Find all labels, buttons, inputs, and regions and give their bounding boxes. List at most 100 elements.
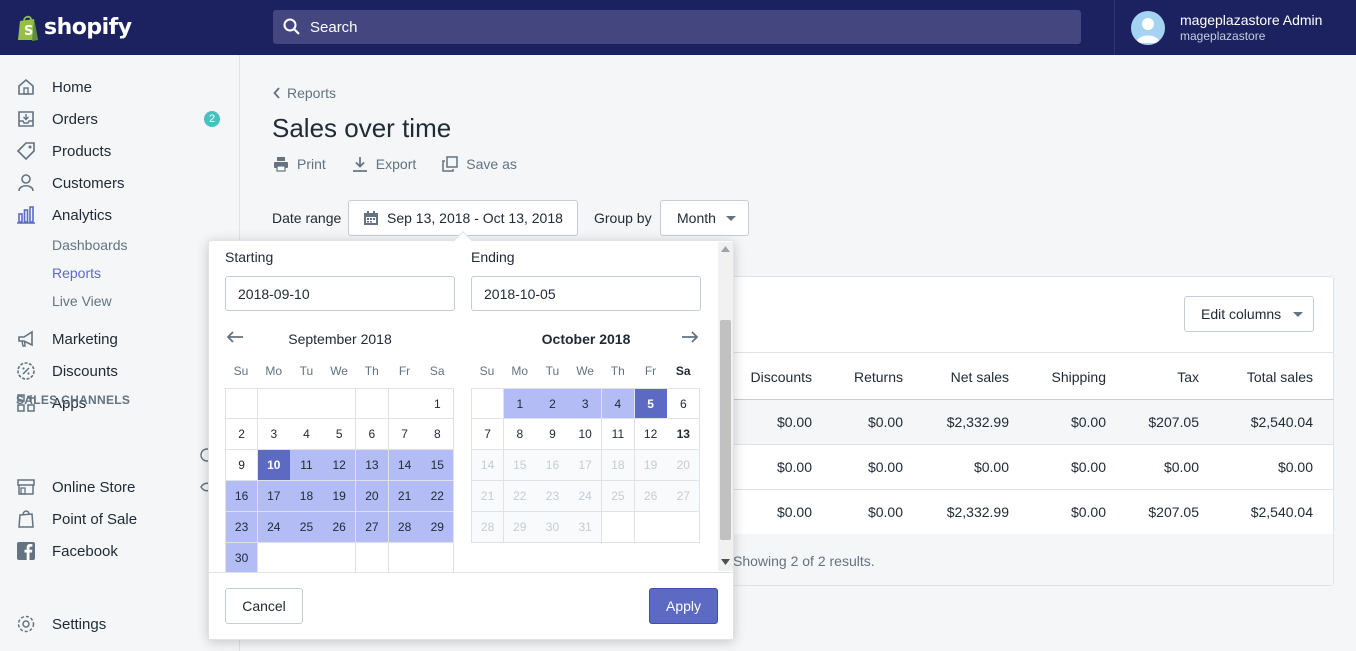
calendar-day[interactable]: 1 [503,388,537,419]
edit-columns-button[interactable]: Edit columns [1184,296,1314,332]
calendar-day[interactable]: 3 [257,419,291,450]
calendar-day[interactable]: 4 [290,419,324,450]
sidebar-item-label: Online Store [52,478,136,496]
sidebar-item-orders[interactable]: Orders 2 [16,107,226,131]
column-header-discounts[interactable]: Discounts [751,369,812,385]
cancel-button[interactable]: Cancel [225,588,303,624]
breadcrumb[interactable]: Reports [273,85,336,101]
calendar-day[interactable]: 9 [536,419,570,450]
calendar-day[interactable]: 1 [421,388,455,419]
table-cell: $2,332.99 [946,414,1009,430]
calendar-day[interactable]: 15 [421,450,455,481]
sidebar-item-home[interactable]: Home [16,75,226,99]
calendar-day[interactable]: 27 [355,512,389,543]
scroll-up-arrow-icon[interactable] [721,246,730,252]
previous-month-arrow-icon[interactable] [226,331,244,343]
calendar-day[interactable]: 8 [503,419,537,450]
apply-button[interactable]: Apply [649,588,718,624]
search-input[interactable]: Search [273,10,1081,44]
user-name: mageplazastore Admin [1180,11,1323,28]
weekday-header: Su [479,364,495,378]
sidebar-item-online-store[interactable]: Online Store [16,475,226,499]
calendar-day[interactable]: 23 [225,512,259,543]
calendar-day[interactable]: 13 [355,450,389,481]
column-header-net-sales[interactable]: Net sales [951,369,1009,385]
calendar-day[interactable]: 7 [471,419,505,450]
calendar-day[interactable]: 3 [569,388,603,419]
calendar-day[interactable]: 11 [601,419,635,450]
page-actions: Print Export Save as [273,156,543,172]
calendar-day[interactable]: 6 [667,388,701,419]
megaphone-icon [18,330,33,347]
calendar-day[interactable]: 8 [421,419,455,450]
weekday-header: We [576,364,594,378]
export-label: Export [375,156,417,172]
group-by-select[interactable]: Month [660,200,749,236]
sidebar-sub-dashboards[interactable]: Dashboards [52,237,128,253]
calendar-day[interactable]: 22 [421,481,455,512]
calendar-day[interactable]: 5 [634,388,668,419]
calendar-day[interactable]: 6 [355,419,389,450]
table-cell: $0.00 [867,504,903,520]
sidebar-item-discounts[interactable]: Discounts [16,359,226,383]
calendar-day[interactable]: 26 [323,512,357,543]
sidebar-item-products[interactable]: Products [16,139,226,163]
sidebar-item-settings[interactable]: Settings [16,612,226,636]
calendar-day[interactable]: 10 [569,419,603,450]
table-cell: $0.00 [1277,459,1313,475]
sidebar-item-point-of-sale[interactable]: Point of Sale [16,507,226,531]
column-header-total-sales[interactable]: Total sales [1247,369,1313,385]
calendar-day[interactable]: 10 [257,450,291,481]
sidebar-item-facebook[interactable]: Facebook [16,539,226,563]
save-as-button[interactable]: Save as [442,156,517,172]
calendar-day[interactable]: 21 [388,481,422,512]
column-header-tax[interactable]: Tax [1177,369,1199,385]
user-menu[interactable]: mageplazastore Admin mageplazastore [1114,0,1356,55]
column-header-shipping[interactable]: Shipping [1052,369,1107,385]
calendar-day[interactable]: 2 [536,388,570,419]
print-button[interactable]: Print [273,156,326,172]
calendar-day[interactable]: 9 [225,450,259,481]
calendar-day[interactable]: 28 [388,512,422,543]
sidebar-item-customers[interactable]: Customers [16,171,226,195]
calendar-day[interactable]: 25 [290,512,324,543]
column-header-returns[interactable]: Returns [854,369,903,385]
sidebar-item-analytics[interactable]: Analytics [16,203,226,227]
breadcrumb-label: Reports [287,85,337,101]
shopify-logo[interactable]: S shopify [0,0,240,55]
starting-date-input[interactable] [225,276,455,311]
calendar-day[interactable]: 17 [257,481,291,512]
sidebar-sub-live-view[interactable]: Live View [52,293,112,309]
calendar-day[interactable]: 19 [323,481,357,512]
scroll-down-arrow-icon[interactable] [721,559,730,565]
calendar-day[interactable]: 18 [290,481,324,512]
table-cell: $0.00 [776,504,812,520]
sidebar-sub-reports[interactable]: Reports [52,265,101,281]
export-button[interactable]: Export [352,156,416,172]
results-count: Showing 2 of 2 results. [733,553,875,569]
calendar-day[interactable]: 20 [355,481,389,512]
calendar-day[interactable]: 2 [225,419,259,450]
calendar-day[interactable]: 13 [667,419,701,450]
calendar-day: 21 [471,481,505,512]
calendar-day[interactable]: 30 [225,543,259,574]
calendar-day[interactable]: 7 [388,419,422,450]
ending-date-input[interactable] [471,276,701,311]
calendar-day[interactable]: 14 [388,450,422,481]
calendar-day: 14 [471,450,505,481]
calendar-day[interactable]: 29 [421,512,455,543]
download-icon [352,157,367,172]
calendar-day[interactable]: 4 [601,388,635,419]
calendar-day[interactable]: 12 [323,450,357,481]
calendar-day[interactable]: 12 [634,419,668,450]
scrollbar-thumb[interactable] [720,320,731,540]
calendar-day[interactable]: 24 [257,512,291,543]
table-cell: $0.00 [1070,414,1106,430]
table-cell: $0.00 [776,414,812,430]
calendar-day[interactable]: 11 [290,450,324,481]
sidebar-item-marketing[interactable]: Marketing [16,327,226,351]
calendar-day[interactable]: 16 [225,481,259,512]
calendar-day[interactable]: 5 [323,419,357,450]
table-cell: $0.00 [973,459,1009,475]
next-month-arrow-icon[interactable] [681,331,699,343]
